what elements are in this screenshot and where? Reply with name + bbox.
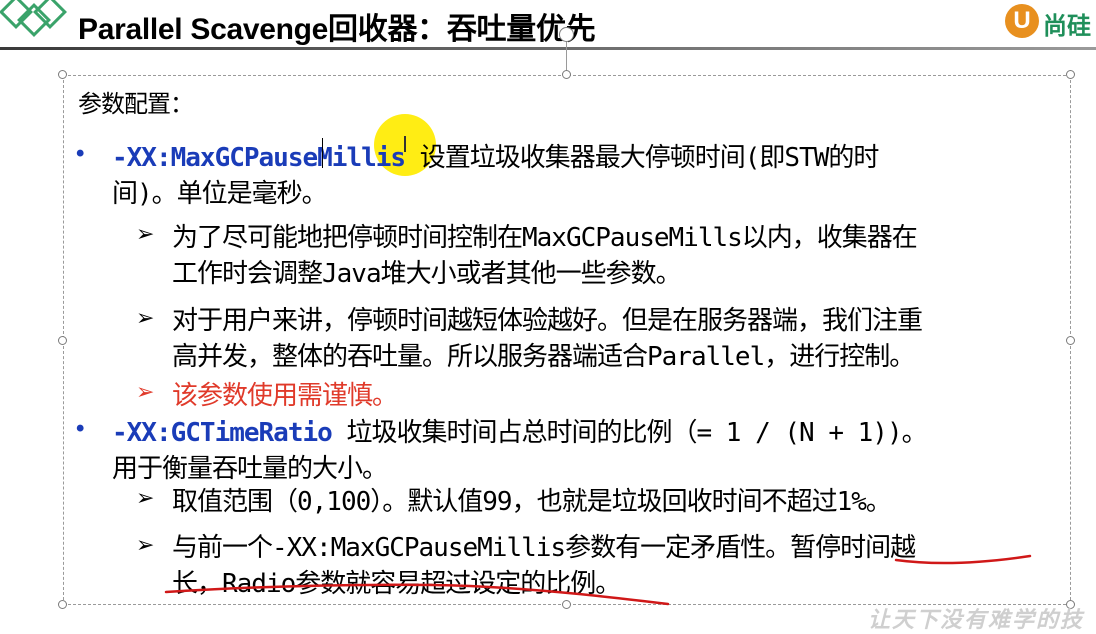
pen-underline-1 <box>894 554 1032 565</box>
pen-underline-2 <box>164 583 670 606</box>
pen-annotations <box>164 554 1032 606</box>
watermark: 让天下没有难学的技 <box>868 608 1085 633</box>
